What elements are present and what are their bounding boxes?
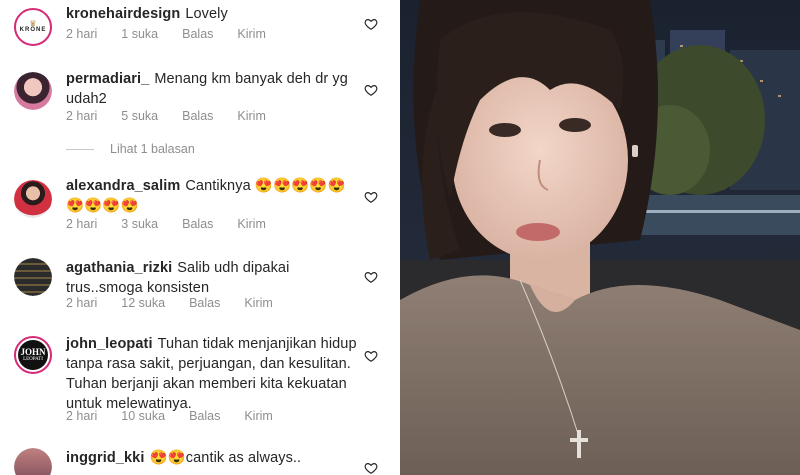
- avatar[interactable]: ♛ KRONE: [14, 8, 52, 46]
- like-count[interactable]: 12 suka: [121, 296, 165, 310]
- view-replies-label: Lihat 1 balasan: [110, 142, 195, 156]
- send-button[interactable]: Kirim: [237, 27, 265, 41]
- send-button[interactable]: Kirim: [244, 296, 272, 310]
- reply-button[interactable]: Balas: [189, 409, 220, 423]
- reply-button[interactable]: Balas: [182, 27, 213, 41]
- comment-text: 😍😍cantik as always..: [149, 450, 302, 466]
- heart-icon[interactable]: [364, 349, 378, 363]
- view-replies-button[interactable]: Lihat 1 balasan: [66, 142, 195, 156]
- comments-panel: ♛ KRONE kronehairdesign Lovely 2 hari 1 su…: [0, 0, 400, 475]
- post-photo: [400, 0, 800, 475]
- send-button[interactable]: Kirim: [237, 217, 265, 231]
- comment-time: 2 hari: [66, 296, 98, 310]
- comment-body: permadiari_ Menang km banyak deh dr yg ud…: [66, 69, 361, 109]
- comment-meta: 2 hari 12 suka Balas Kirim: [66, 296, 297, 310]
- avatar-logo-text: KRONE: [19, 27, 47, 33]
- username-link[interactable]: kronehairdesign: [66, 6, 180, 22]
- heart-icon[interactable]: [364, 270, 378, 284]
- username-link[interactable]: agathania_rizki: [66, 260, 172, 276]
- comment-body: john_leopati Tuhan tidak menjanjikan hidu…: [66, 334, 361, 414]
- reply-button[interactable]: Balas: [182, 109, 213, 123]
- avatar[interactable]: [14, 448, 52, 475]
- avatar-logo-subtext: LEOPATI: [23, 356, 43, 362]
- comment-time: 2 hari: [66, 109, 98, 123]
- reply-button[interactable]: Balas: [182, 217, 213, 231]
- like-count[interactable]: 1 suka: [121, 27, 158, 41]
- comment-body: kronehairdesign Lovely: [66, 4, 361, 24]
- username-link[interactable]: permadiari_: [66, 71, 149, 87]
- heart-icon[interactable]: [364, 17, 378, 31]
- comment-meta: 2 hari 10 suka Balas Kirim: [66, 409, 297, 423]
- comment-body: agathania_rizki Salib udh dipakai trus..s…: [66, 258, 361, 298]
- comment-text: Lovely: [185, 6, 228, 22]
- username-link[interactable]: inggrid_kki: [66, 450, 144, 466]
- comment-meta: 2 hari 1 suka Balas Kirim: [66, 27, 290, 41]
- username-link[interactable]: alexandra_salim: [66, 178, 180, 194]
- avatar-logo-text: JOHN: [20, 346, 46, 357]
- send-button[interactable]: Kirim: [244, 409, 272, 423]
- heart-icon[interactable]: [364, 461, 378, 475]
- avatar[interactable]: [14, 258, 52, 296]
- like-count[interactable]: 10 suka: [121, 409, 165, 423]
- comment-time: 2 hari: [66, 217, 98, 231]
- avatar[interactable]: JOHN LEOPATI: [14, 336, 52, 374]
- username-link[interactable]: john_leopati: [66, 336, 153, 352]
- like-count[interactable]: 5 suka: [121, 109, 158, 123]
- photo-illustration: [400, 0, 800, 475]
- like-count[interactable]: 3 suka: [121, 217, 158, 231]
- heart-icon[interactable]: [364, 190, 378, 204]
- comment-body: alexandra_salim Cantiknya 😍😍😍😍😍😍😍😍😍: [66, 176, 361, 216]
- comment-body: inggrid_kki 😍😍cantik as always..: [66, 448, 361, 468]
- replies-divider: [66, 148, 94, 150]
- comment-time: 2 hari: [66, 409, 98, 423]
- avatar[interactable]: [14, 180, 52, 218]
- comment-time: 2 hari: [66, 27, 98, 41]
- avatar[interactable]: [14, 72, 52, 110]
- send-button[interactable]: Kirim: [237, 109, 265, 123]
- comment-meta: 2 hari 5 suka Balas Kirim: [66, 109, 290, 123]
- heart-icon[interactable]: [364, 83, 378, 97]
- comment-meta: 2 hari 3 suka Balas Kirim: [66, 217, 290, 231]
- reply-button[interactable]: Balas: [189, 296, 220, 310]
